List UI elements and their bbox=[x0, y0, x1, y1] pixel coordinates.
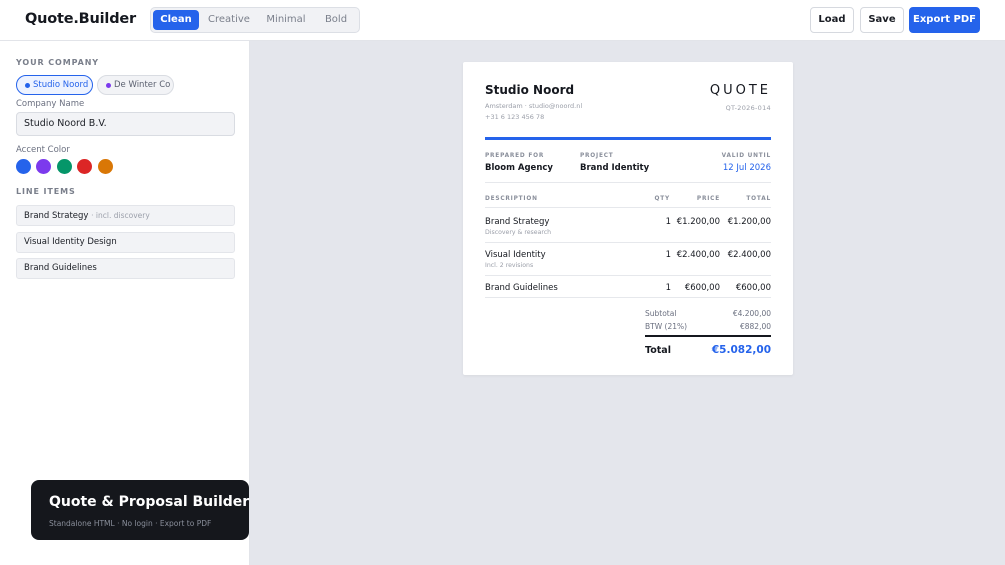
tab-clean[interactable]: Clean bbox=[153, 10, 199, 30]
prepared-for-value: Bloom Agency bbox=[485, 163, 553, 173]
item-price: €600,00 bbox=[684, 283, 720, 293]
item-description: Visual Identity bbox=[485, 250, 546, 260]
item-qty: 1 bbox=[665, 283, 671, 293]
col-total: TOTAL bbox=[746, 196, 771, 202]
total-value: €5.082,00 bbox=[711, 344, 771, 356]
save-button[interactable]: Save bbox=[860, 7, 904, 33]
top-bar: Quote.Builder Clean Creative Minimal Bol… bbox=[0, 0, 1005, 41]
line-item-brand-guidelines[interactable]: Brand Guidelines bbox=[16, 258, 235, 279]
total-label: Total bbox=[645, 345, 671, 356]
row-divider bbox=[485, 275, 771, 276]
accent-color-label: Accent Color bbox=[16, 145, 70, 155]
template-tabs: Clean Creative Minimal Bold bbox=[150, 7, 360, 33]
line-item-brand-strategy[interactable]: Brand Strategy · incl. discovery bbox=[16, 205, 235, 226]
company-name-label: Company Name bbox=[16, 99, 85, 109]
project-value: Brand Identity bbox=[580, 163, 650, 173]
studio-phone: +31 6 123 456 78 bbox=[485, 113, 545, 121]
quote-number: QT-2026-014 bbox=[725, 104, 771, 112]
line-item-visual-identity[interactable]: Visual Identity Design bbox=[16, 232, 235, 253]
valid-until-label: VALID UNTIL bbox=[721, 153, 771, 159]
line-items-heading: LINE ITEMS bbox=[16, 187, 76, 196]
your-company-heading: YOUR COMPANY bbox=[16, 58, 99, 67]
col-description: DESCRIPTION bbox=[485, 196, 538, 202]
subtotal-label: Subtotal bbox=[645, 309, 677, 318]
item-total: €1.200,00 bbox=[727, 217, 771, 227]
tab-bold[interactable]: Bold bbox=[317, 10, 355, 30]
line-item-label: Brand Strategy bbox=[24, 211, 89, 221]
subtotal-value: €4.200,00 bbox=[732, 309, 771, 318]
export-pdf-button[interactable]: Export PDF bbox=[909, 7, 980, 33]
company-chip-de-winter-co[interactable]: De Winter Co bbox=[97, 75, 174, 95]
item-total: €600,00 bbox=[735, 283, 771, 293]
valid-until-value: 12 Jul 2026 bbox=[722, 163, 771, 173]
row-divider bbox=[485, 242, 771, 243]
banner-subtitle: Standalone HTML · No login · Export to P… bbox=[49, 519, 212, 528]
accent-swatch-orange[interactable] bbox=[98, 159, 113, 174]
accent-swatch-red[interactable] bbox=[77, 159, 92, 174]
item-detail: Discovery & research bbox=[485, 229, 552, 236]
meta-divider bbox=[485, 182, 771, 183]
tab-creative[interactable]: Creative bbox=[205, 10, 253, 30]
table-header-divider bbox=[485, 207, 771, 208]
tax-value: €882,00 bbox=[739, 322, 771, 331]
col-qty: QTY bbox=[654, 196, 670, 202]
load-button[interactable]: Load bbox=[810, 7, 854, 33]
total-divider bbox=[645, 335, 771, 337]
accent-swatch-blue[interactable] bbox=[16, 159, 31, 174]
company-chip-label: Studio Noord bbox=[33, 80, 89, 90]
company-chip-label: De Winter Co bbox=[114, 80, 171, 90]
company-chip-studio-noord[interactable]: Studio Noord bbox=[16, 75, 93, 95]
item-qty: 1 bbox=[665, 217, 671, 227]
studio-name: Studio Noord bbox=[485, 83, 575, 97]
quote-preview: Studio Noord Amsterdam · studio@noord.nl… bbox=[463, 62, 793, 375]
item-total: €2.400,00 bbox=[727, 250, 771, 260]
row-divider bbox=[485, 297, 771, 298]
tab-minimal[interactable]: Minimal bbox=[261, 10, 311, 30]
accent-swatch-purple[interactable] bbox=[36, 159, 51, 174]
banner-title: Quote & Proposal Builder bbox=[49, 494, 250, 510]
item-description: Brand Guidelines bbox=[485, 283, 558, 293]
item-detail: Incl. 2 revisions bbox=[485, 262, 534, 269]
project-label: PROJECT bbox=[580, 153, 614, 159]
item-qty: 1 bbox=[665, 250, 671, 260]
col-price: PRICE bbox=[696, 196, 720, 202]
company-dot-icon bbox=[106, 83, 111, 88]
quote-heading: QUOTE bbox=[709, 83, 771, 98]
company-name-input[interactable]: Studio Noord B.V. bbox=[16, 112, 235, 136]
item-price: €1.200,00 bbox=[676, 217, 720, 227]
accent-bar bbox=[485, 137, 771, 140]
item-description: Brand Strategy bbox=[485, 217, 550, 227]
promo-banner: Quote & Proposal Builder Standalone HTML… bbox=[31, 480, 249, 540]
accent-swatch-green[interactable] bbox=[57, 159, 72, 174]
company-dot-icon bbox=[25, 83, 30, 88]
studio-contact: Amsterdam · studio@noord.nl bbox=[485, 102, 583, 110]
item-price: €2.400,00 bbox=[676, 250, 720, 260]
line-item-label: Brand Guidelines bbox=[24, 263, 97, 273]
line-item-label: Visual Identity Design bbox=[24, 237, 117, 247]
tax-label: BTW (21%) bbox=[645, 322, 688, 331]
line-item-note: · incl. discovery bbox=[91, 211, 150, 220]
app-logo: Quote.Builder bbox=[25, 11, 136, 27]
prepared-for-label: PREPARED FOR bbox=[485, 153, 545, 159]
